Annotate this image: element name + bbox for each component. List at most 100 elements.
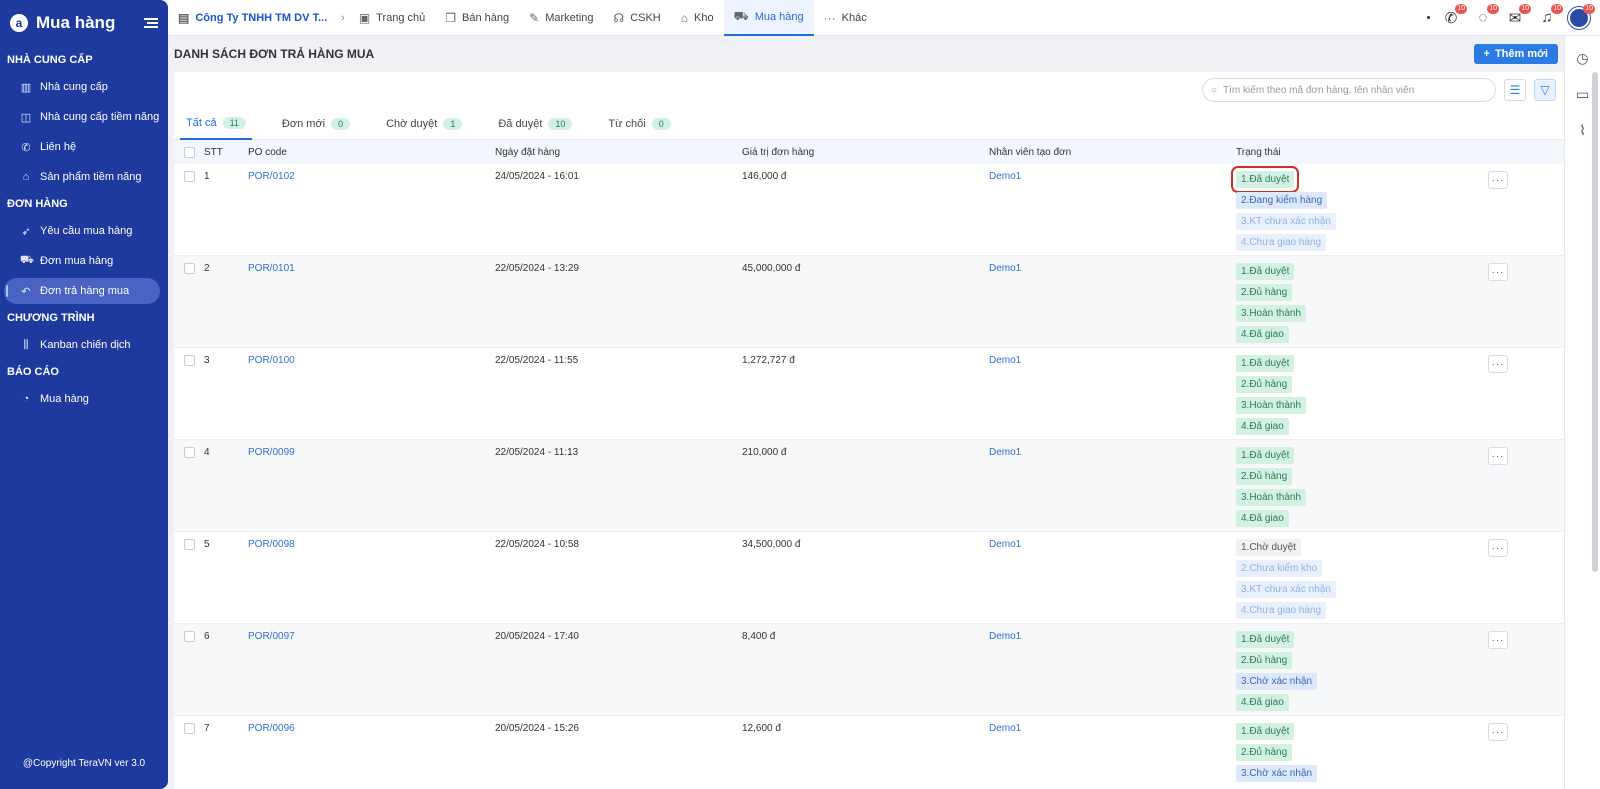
user-avatar[interactable]: 10 [1568, 3, 1595, 29]
mail-icon[interactable]: ✉ 10 [1504, 3, 1531, 29]
nav-tab-2[interactable]: ✎ Marketing [519, 0, 603, 36]
sidebar-item-phone[interactable]: ✆ Liên hệ [4, 134, 160, 160]
scrollbar[interactable] [1592, 72, 1598, 572]
sidebar-item-label: Nhà cung cấp tiềm năng [40, 111, 160, 123]
tab-1[interactable]: Đơn mới 0 [276, 108, 356, 140]
sidebar-item-box[interactable]: ⌂ Sản phẩm tiềm năng [4, 164, 160, 190]
cell-order-value: 146,000 đ [742, 171, 787, 182]
plus-icon: + [1483, 48, 1490, 60]
right-rail: ◷ ▭ ⌇ [1564, 36, 1600, 789]
company-selector[interactable]: ▤ Công Ty TNHH TM DV T... [168, 0, 337, 36]
cell-order-date: 22/05/2024 - 13:29 [495, 263, 579, 274]
row-checkbox[interactable] [183, 355, 195, 366]
cell-po-code: POR/0099 [248, 447, 495, 458]
cell-status: 1.Chờ duyệt 2.Chưa kiểm kho 3.KT chưa xác … [1236, 539, 1488, 619]
employee-link[interactable]: Demo1 [989, 171, 1021, 182]
table-row: 6 POR/0097 20/05/2024 - 17:40 8,400 đ Demo1 1… [174, 624, 1564, 716]
chat-icon[interactable]: ◌ 10 [1472, 3, 1499, 29]
more-actions-button[interactable]: ··· [1488, 355, 1508, 373]
cell-status: 1.Đã duyệt 2.Đủ hàng 3.Hoàn thành 4.Đã giao [1236, 263, 1488, 343]
sidebar-item-kanban[interactable]: ⫼ Kanban chiến dịch [4, 332, 160, 358]
cell-stt: 4 [204, 447, 210, 458]
cell-actions: ··· [1488, 631, 1528, 649]
more-actions-button[interactable]: ··· [1488, 263, 1508, 281]
status-list: 1.Chờ duyệt 2.Chưa kiểm kho 3.KT chưa xác … [1236, 539, 1488, 619]
more-actions-button[interactable]: ··· [1488, 539, 1508, 557]
sidebar-item-chart[interactable]: ◫ Nhà cung cấp tiềm năng [4, 104, 160, 130]
search-input[interactable]: ○ Tìm kiếm theo mã đơn hàng, tên nhân vi… [1202, 78, 1496, 102]
po-code-link[interactable]: POR/0100 [248, 355, 295, 366]
add-new-button[interactable]: + Thêm mới [1473, 44, 1558, 64]
warehouse-icon: ⌂ [680, 10, 688, 25]
nav-tab-5[interactable]: ⛟ Mua hàng [723, 0, 814, 36]
status-badge: 3.Hoàn thành [1236, 397, 1307, 414]
cell-actions: ··· [1488, 447, 1528, 465]
more-actions-button[interactable]: ··· [1488, 171, 1508, 189]
header-employee: Nhân viên tạo đơn [989, 146, 1072, 158]
nav-tab-1[interactable]: ❒ Bán hàng [435, 0, 519, 36]
status-badge: 4.Chưa giao hàng [1236, 234, 1327, 251]
sidebar-item-return[interactable]: ↶ Đơn trả hàng mua [4, 278, 160, 304]
tab-4[interactable]: Từ chối 0 [602, 108, 676, 140]
cell-actions: ··· [1488, 539, 1528, 557]
employee-link[interactable]: Demo1 [989, 539, 1021, 550]
more-actions-button[interactable]: ··· [1488, 631, 1508, 649]
row-checkbox[interactable] [183, 539, 195, 550]
row-checkbox[interactable] [183, 171, 195, 182]
cell-order-date: 22/05/2024 - 10:58 [495, 539, 579, 550]
employee-link[interactable]: Demo1 [989, 447, 1021, 458]
nav-tab-label: Khác [841, 11, 867, 24]
employee-link[interactable]: Demo1 [989, 631, 1021, 642]
sidebar-item-building[interactable]: ▥ Nhà cung cấp [4, 74, 160, 100]
filter-button[interactable]: ▽ [1534, 79, 1556, 101]
po-code-link[interactable]: POR/0097 [248, 631, 295, 642]
nav-tab-4[interactable]: ⌂ Kho [671, 0, 724, 36]
phone-icon: ✆ [21, 141, 31, 154]
row-checkbox[interactable] [183, 631, 195, 642]
cell-status: 1.Đã duyệt 2.Đủ hàng 3.Chờ xác nhận [1236, 723, 1488, 782]
select-all-checkbox[interactable] [183, 146, 195, 158]
sidebar-item-rocket[interactable]: ➶ Yêu cầu mua hàng [4, 218, 160, 244]
tab-0[interactable]: Tất cả 11 [180, 108, 252, 140]
cell-employee: Demo1 [989, 723, 1236, 734]
nav-tab-6[interactable]: ··· Khác [814, 0, 877, 36]
home-icon: ▣ [358, 10, 371, 25]
sidebar-title: Mua hàng [36, 13, 116, 32]
cell-po-code: POR/0102 [248, 171, 495, 182]
cell-actions: ··· [1488, 263, 1528, 281]
row-checkbox[interactable] [183, 723, 195, 734]
phone-icon[interactable]: ✆ 10 [1440, 3, 1467, 29]
hamburger-menu-icon[interactable] [144, 18, 158, 28]
status-badge: 3.Hoàn thành [1236, 305, 1307, 322]
cell-employee: Demo1 [989, 631, 1236, 642]
nav-tab-0[interactable]: ▣ Trang chủ [349, 0, 435, 36]
employee-link[interactable]: Demo1 [989, 355, 1021, 366]
employee-link[interactable]: Demo1 [989, 263, 1021, 274]
more-actions-button[interactable]: ··· [1488, 447, 1508, 465]
po-code-link[interactable]: POR/0096 [248, 723, 295, 734]
po-code-link[interactable]: POR/0098 [248, 539, 295, 550]
nav-tab-3[interactable]: ☊ CSKH [604, 0, 671, 36]
po-code-link[interactable]: POR/0099 [248, 447, 295, 458]
column-settings-button[interactable]: ☰ [1504, 79, 1526, 101]
tab-2[interactable]: Chờ duyệt 1 [380, 108, 468, 140]
sidebar-item-report[interactable]: ◔ Mua hàng [4, 386, 160, 412]
status-badge: 3.KT chưa xác nhận [1236, 213, 1336, 230]
clock-icon[interactable]: ◷ [1565, 44, 1600, 72]
row-checkbox[interactable] [183, 447, 195, 458]
tab-3[interactable]: Đã duyệt 10 [492, 108, 578, 140]
status-badge: 4.Đã giao [1236, 694, 1289, 711]
po-code-link[interactable]: POR/0101 [248, 263, 295, 274]
bell-icon[interactable]: ♫ 10 [1536, 3, 1563, 29]
sidebar-section-title: BÁO CÁO [7, 366, 59, 378]
cell-employee: Demo1 [989, 171, 1236, 182]
row-checkbox-cell [174, 631, 204, 642]
sidebar-item-cart[interactable]: ⛟ Đơn mua hàng [4, 248, 160, 274]
more-actions-button[interactable]: ··· [1488, 723, 1508, 741]
employee-link[interactable]: Demo1 [989, 723, 1021, 734]
table-row: 4 POR/0099 22/05/2024 - 11:13 210,000 đ Demo… [174, 440, 1564, 532]
po-code-link[interactable]: POR/0102 [248, 171, 295, 182]
table-row: 1 POR/0102 24/05/2024 - 16:01 146,000 đ Demo… [174, 164, 1564, 256]
cell-order-date: 22/05/2024 - 11:13 [495, 447, 579, 458]
row-checkbox[interactable] [183, 263, 195, 274]
